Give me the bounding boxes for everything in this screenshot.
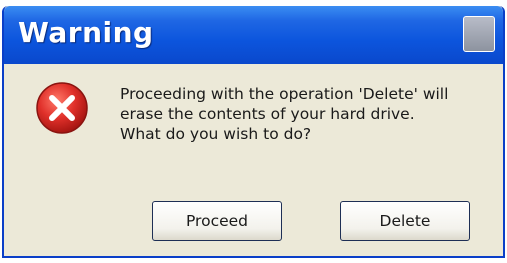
error-icon <box>34 80 90 136</box>
close-button[interactable] <box>463 16 495 52</box>
warning-dialog: Warning Proceeding with the operation 'D… <box>2 6 505 258</box>
message-line: erase the contents of your hard drive. <box>120 105 415 123</box>
title-bar[interactable]: Warning <box>4 6 503 64</box>
message-line: What do you wish to do? <box>120 125 312 143</box>
proceed-button[interactable]: Proceed <box>152 201 282 241</box>
dialog-message: Proceeding with the operation 'Delete' w… <box>120 84 500 144</box>
window-title: Warning <box>18 16 154 49</box>
delete-button[interactable]: Delete <box>340 201 470 241</box>
message-line: Proceeding with the operation 'Delete' w… <box>120 85 449 103</box>
